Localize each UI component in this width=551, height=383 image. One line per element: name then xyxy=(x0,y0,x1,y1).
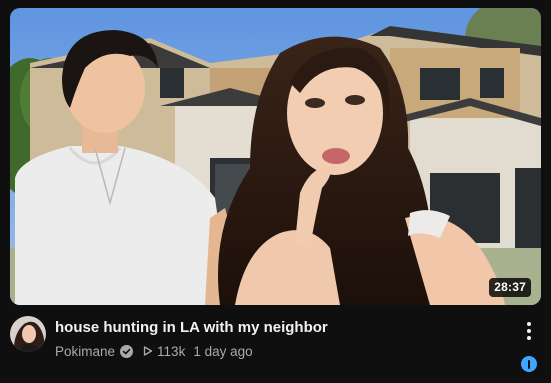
thumbnail-image xyxy=(10,8,541,305)
more-vert-icon[interactable] xyxy=(520,320,538,342)
channel-name[interactable]: Pokimane xyxy=(55,344,115,359)
video-duration-badge: 28:37 xyxy=(489,278,531,297)
upload-age: 1 day ago xyxy=(193,343,253,359)
video-card: 28:37 house hunting in LA with my neighb… xyxy=(0,0,551,383)
channel-avatar[interactable] xyxy=(10,316,46,352)
verified-check-icon xyxy=(120,344,134,358)
view-count: 113k xyxy=(157,343,186,359)
video-metadata: Pokimane 113k 1 day ago xyxy=(55,342,253,360)
video-thumbnail[interactable]: 28:37 xyxy=(10,8,541,305)
info-icon[interactable] xyxy=(521,356,537,372)
video-title[interactable]: house hunting in LA with my neighbor xyxy=(55,318,495,338)
play-triangle-icon xyxy=(143,346,153,356)
